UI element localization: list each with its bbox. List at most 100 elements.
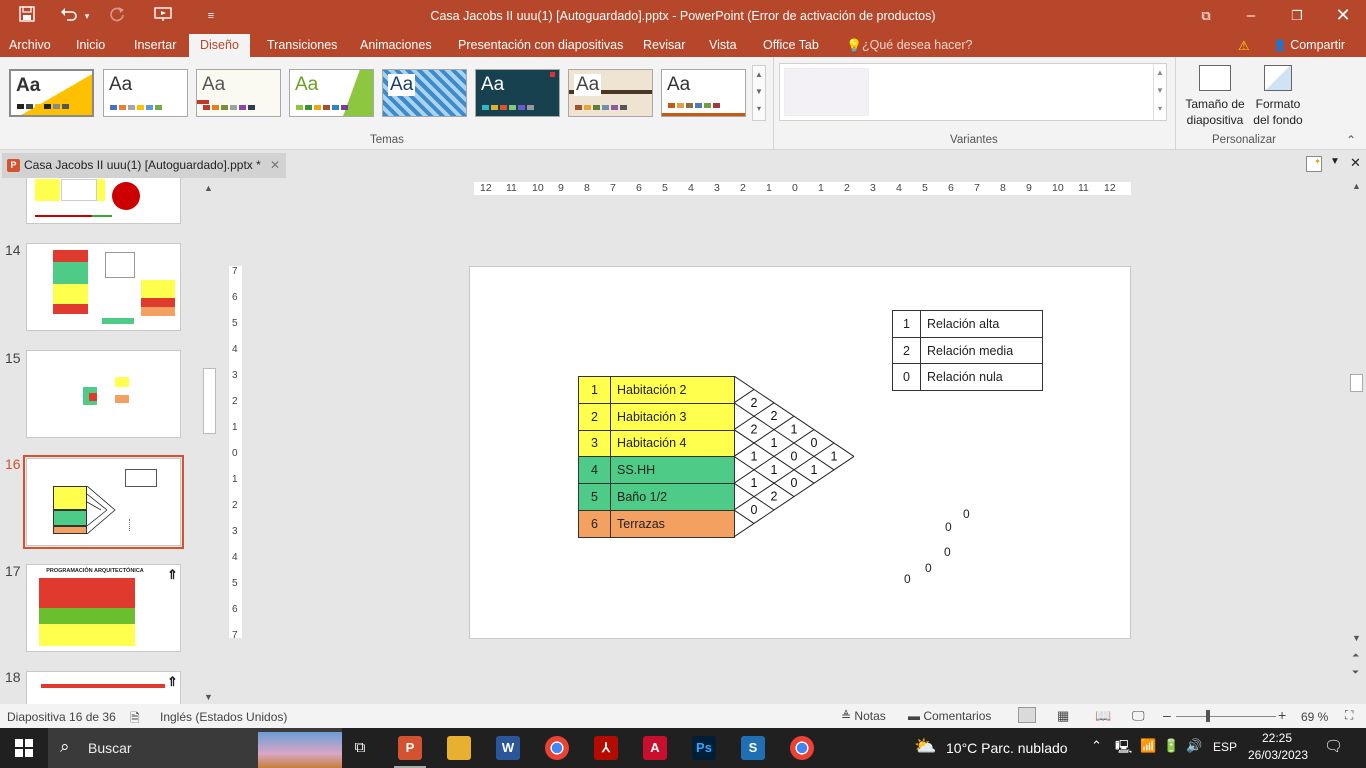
program-row[interactable]: 3 Habitación 4 bbox=[578, 429, 735, 458]
program-row[interactable]: 4 SS.HH bbox=[578, 456, 735, 485]
battery-icon[interactable]: 🔋 bbox=[1163, 738, 1179, 754]
language-status[interactable]: Inglés (Estados Unidos) bbox=[160, 710, 287, 724]
windows-start-icon[interactable] bbox=[15, 739, 33, 760]
file-explorer-icon[interactable] bbox=[447, 736, 471, 760]
warning-icon[interactable]: ⚠ bbox=[1238, 38, 1250, 54]
slideshow-icon[interactable]: 🖵 bbox=[1132, 708, 1145, 724]
notifications-icon[interactable]: 🗨 bbox=[1324, 737, 1343, 755]
theme-blue-pattern[interactable]: Aa bbox=[382, 69, 467, 117]
tab-insertar[interactable]: Insertar bbox=[134, 38, 176, 52]
editor-scrollbar[interactable]: ▲ ▼ ⏶ ⏷ bbox=[1348, 178, 1366, 704]
normal-view-icon[interactable] bbox=[1018, 707, 1036, 723]
next-slide-icon[interactable]: ⏷ bbox=[1352, 667, 1359, 678]
zoom-out-icon[interactable]: – bbox=[1163, 707, 1171, 723]
new-tab-icon[interactable]: ✦ bbox=[1306, 156, 1322, 172]
restore-button[interactable]: ❐ bbox=[1274, 0, 1320, 33]
legend-row[interactable]: 2 Relación media bbox=[892, 336, 1043, 365]
tab-diseno[interactable]: Diseño bbox=[189, 34, 250, 57]
slide-sorter-icon[interactable]: ▦ bbox=[1057, 708, 1069, 724]
acrobat-icon[interactable]: ⅄ bbox=[594, 736, 618, 760]
ribbon-display-icon[interactable]: ⧉ bbox=[1183, 0, 1229, 33]
slide-thumbnail-17[interactable]: PROGRAMACIÓN ARQUITECTÓNICA ⇑ bbox=[26, 564, 181, 652]
reading-view-icon[interactable]: 📖 bbox=[1095, 708, 1111, 724]
tab-inicio[interactable]: Inicio bbox=[76, 38, 105, 52]
chrome-icon[interactable] bbox=[545, 736, 569, 760]
clock-time[interactable]: 22:25 bbox=[1249, 731, 1305, 745]
share-button[interactable]: 👤 Compartir bbox=[1273, 38, 1345, 52]
thumbnails-scroll-thumb[interactable] bbox=[203, 368, 216, 434]
tab-office-tab[interactable]: Office Tab bbox=[763, 38, 819, 52]
stray-zero-label[interactable]: 0 bbox=[945, 520, 952, 534]
program-table[interactable]: 1 Habitación 2 2 Habitación 3 3 Habitación 44… bbox=[578, 376, 735, 538]
stray-zero-label[interactable]: 0 bbox=[963, 507, 970, 521]
slide-thumbnail-14[interactable] bbox=[26, 243, 181, 331]
document-tab[interactable]: P Casa Jacobs II uuu(1) [Autoguardado].p… bbox=[2, 153, 286, 178]
stray-zero-label[interactable]: 0 bbox=[904, 572, 911, 586]
format-background-button[interactable]: Formato del fondo bbox=[1250, 61, 1306, 131]
powerpoint-taskbar-icon[interactable]: P bbox=[398, 736, 422, 760]
thumbnails-scrollbar[interactable]: ▲ ▼ bbox=[202, 180, 216, 702]
scroll-down-icon[interactable]: ▼ bbox=[1352, 633, 1361, 643]
close-tab-icon[interactable]: ✕ bbox=[270, 158, 280, 172]
theme-beige[interactable]: Aa bbox=[568, 69, 653, 117]
theme-office[interactable]: Aa bbox=[103, 69, 188, 117]
spellcheck-icon[interactable]: 🗎 bbox=[130, 709, 140, 730]
slide-size-button[interactable]: Tamaño de diapositiva bbox=[1179, 61, 1251, 131]
sketchup-icon[interactable]: S bbox=[741, 736, 765, 760]
fit-to-window-icon[interactable]: ⛶ bbox=[1345, 708, 1353, 723]
zoom-level[interactable]: 69 % bbox=[1301, 710, 1328, 724]
theme-orange-line[interactable]: Aa bbox=[661, 69, 746, 117]
slide-thumbnail-18[interactable]: ⇑ bbox=[26, 671, 181, 704]
close-all-tabs-icon[interactable]: ✕ bbox=[1350, 155, 1361, 171]
tab-presentacion[interactable]: Presentación con diapositivas bbox=[458, 38, 623, 52]
task-view-icon[interactable]: ⧉ bbox=[348, 736, 372, 760]
theme-dark-teal[interactable]: Aa bbox=[475, 69, 560, 117]
legend-table[interactable]: 1 Relación alta 2 Relación media 0 Relación n… bbox=[892, 310, 1043, 392]
legend-row[interactable]: 0 Relación nula bbox=[892, 363, 1043, 392]
chrome-profile-icon[interactable] bbox=[790, 736, 814, 760]
word-icon[interactable]: W bbox=[496, 736, 520, 760]
slide-thumbnail-15[interactable] bbox=[26, 350, 181, 438]
zoom-slider[interactable] bbox=[1176, 716, 1276, 717]
network-icon[interactable]: 📶 bbox=[1140, 738, 1156, 754]
weather-text[interactable]: 10°C Parc. nublado bbox=[946, 740, 1068, 756]
input-language[interactable]: ESP bbox=[1213, 740, 1237, 754]
editor-scroll-thumb[interactable] bbox=[1350, 374, 1363, 392]
program-row[interactable]: 1 Habitación 2 bbox=[578, 376, 735, 404]
taskbar-search-box[interactable]: ⌕ Buscar bbox=[48, 728, 342, 768]
previous-slide-icon[interactable]: ⏶ bbox=[1352, 650, 1359, 661]
slide-thumbnail-16[interactable] bbox=[23, 455, 184, 549]
tab-list-dropdown-icon[interactable]: ▼ bbox=[1330, 156, 1340, 167]
collapse-ribbon-icon[interactable]: ⌃ bbox=[1346, 133, 1356, 147]
tab-revisar[interactable]: Revisar bbox=[643, 38, 685, 52]
themes-gallery-scroll[interactable]: ▲ ▼ ▾ bbox=[752, 65, 766, 121]
notes-button[interactable]: ≜ Notas bbox=[841, 709, 886, 723]
theme-office-selected[interactable]: Aa bbox=[9, 69, 94, 117]
program-row[interactable]: 6 Terrazas bbox=[578, 509, 735, 538]
zoom-slider-thumb[interactable] bbox=[1206, 710, 1210, 722]
variant-preview[interactable] bbox=[784, 68, 869, 116]
variants-gallery-scroll[interactable]: ▲ ▼ ▾ bbox=[1153, 64, 1166, 120]
stray-zero-label[interactable]: 0 bbox=[925, 561, 932, 575]
tab-animaciones[interactable]: Animaciones bbox=[360, 38, 432, 52]
theme-faceted-green[interactable]: Aa bbox=[289, 69, 374, 117]
legend-row[interactable]: 1 Relación alta bbox=[892, 310, 1043, 338]
theme-faceta[interactable]: Aa bbox=[196, 69, 281, 117]
show-hidden-icons-icon[interactable]: ⌃ bbox=[1091, 738, 1102, 754]
minimize-button[interactable]: – bbox=[1228, 0, 1274, 33]
scroll-up-icon[interactable]: ▲ bbox=[1352, 181, 1361, 191]
comments-button[interactable]: ▬ Comentarios bbox=[908, 709, 991, 723]
slide-thumbnail-13[interactable] bbox=[26, 178, 181, 224]
photoshop-icon[interactable]: Ps bbox=[692, 736, 716, 760]
variants-gallery[interactable]: ▲ ▼ ▾ bbox=[779, 63, 1167, 121]
stray-zero-label[interactable]: 0 bbox=[944, 545, 951, 559]
tab-vista[interactable]: Vista bbox=[709, 38, 737, 52]
program-row[interactable]: 5 Baño 1/2 bbox=[578, 483, 735, 511]
clock-date[interactable]: 26/03/2023 bbox=[1246, 748, 1310, 762]
zoom-in-icon[interactable]: + bbox=[1278, 707, 1286, 723]
autocad-icon[interactable]: A bbox=[643, 736, 667, 760]
relationship-matrix[interactable]: 222111110002011 bbox=[734, 376, 856, 539]
volume-icon[interactable]: 🔊 bbox=[1186, 738, 1202, 754]
tell-me-search[interactable]: ¿Qué desea hacer? bbox=[862, 38, 973, 52]
program-row[interactable]: 2 Habitación 3 bbox=[578, 402, 735, 431]
